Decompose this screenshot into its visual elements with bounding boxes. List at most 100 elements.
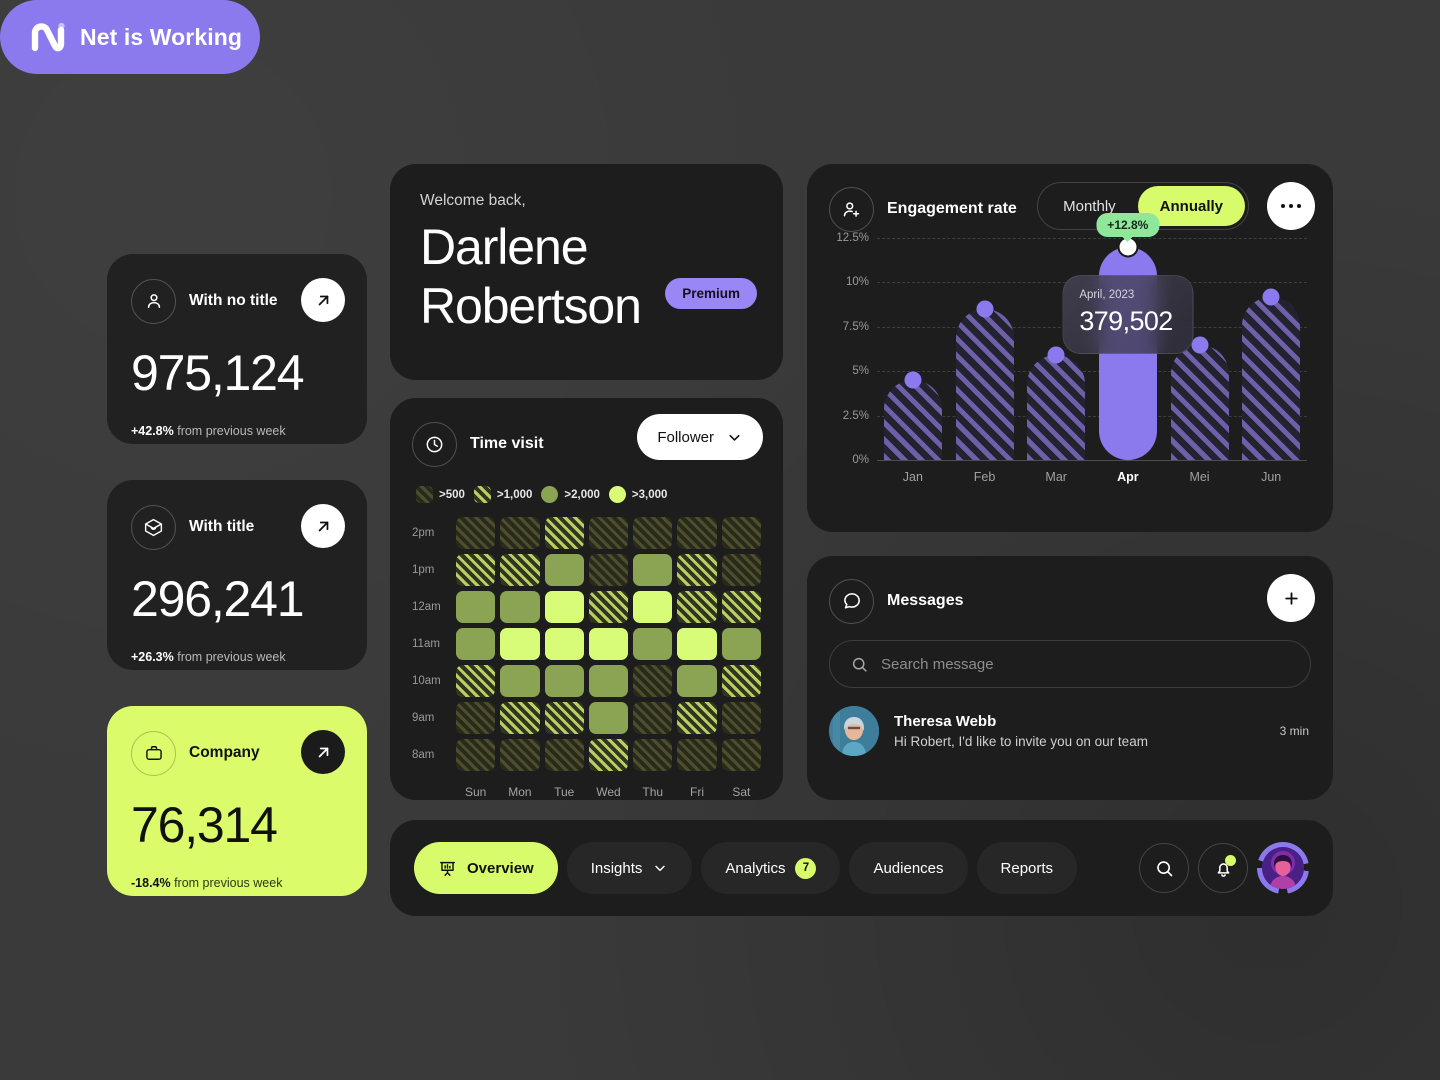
- tab-insights[interactable]: Insights: [566, 842, 693, 894]
- follower-filter-label: Follower: [657, 428, 714, 446]
- heatmap-cell[interactable]: [721, 591, 761, 623]
- bar[interactable]: [955, 300, 1014, 460]
- time-visit-title: Time visit: [470, 435, 544, 452]
- heatmap-row: [456, 702, 761, 734]
- heatmap-cell[interactable]: [677, 739, 717, 771]
- heatmap-cell[interactable]: [588, 591, 629, 623]
- bell-icon[interactable]: [1198, 843, 1248, 893]
- bar[interactable]: [883, 371, 942, 460]
- heatmap-column-label: Sat: [732, 785, 751, 799]
- engagement-header: Engagement rate Monthly Annually: [829, 182, 1315, 234]
- heatmap-cell[interactable]: [500, 665, 540, 697]
- heatmap-cell[interactable]: [500, 554, 540, 586]
- heatmap-cell[interactable]: [500, 591, 540, 623]
- heatmap-row-label: 10am: [412, 675, 441, 687]
- tab-label: Overview: [467, 859, 534, 877]
- tab-overview[interactable]: Overview: [414, 842, 558, 894]
- heatmap-cell[interactable]: [500, 702, 540, 734]
- chevron-down-icon: [655, 865, 666, 872]
- heatmap-cell[interactable]: [588, 739, 629, 771]
- heatmap-cell[interactable]: [544, 739, 584, 771]
- heatmap-cell[interactable]: [588, 665, 629, 697]
- heatmap-cell[interactable]: [544, 702, 584, 734]
- search-message-box[interactable]: [829, 640, 1311, 688]
- bar[interactable]: [1027, 346, 1086, 460]
- heatmap-cell[interactable]: [677, 591, 717, 623]
- heatmap-cell[interactable]: [721, 739, 761, 771]
- heatmap-cell[interactable]: [633, 517, 673, 549]
- heatmap-cell[interactable]: [633, 702, 673, 734]
- heatmap-cell[interactable]: [721, 702, 761, 734]
- stat-card-with-no-title[interactable]: With no title 975,124 +42.8% from previo…: [107, 254, 367, 444]
- stat-value: 975,124: [131, 345, 305, 401]
- heatmap-cell[interactable]: [500, 739, 540, 771]
- avatar-image: [1262, 847, 1304, 889]
- search-icon[interactable]: [1139, 843, 1189, 893]
- heatmap-cell[interactable]: [633, 591, 673, 623]
- plus-icon[interactable]: [1267, 574, 1315, 622]
- heatmap-cell[interactable]: [456, 665, 496, 697]
- stat-value: 76,314: [131, 797, 278, 853]
- heatmap-cell[interactable]: [721, 554, 761, 586]
- legend-swatch-2000: [541, 486, 559, 503]
- arrow-up-right-icon[interactable]: [301, 278, 345, 322]
- heatmap-cell[interactable]: [721, 665, 761, 697]
- heatmap-cell[interactable]: [500, 517, 540, 549]
- follower-filter-select[interactable]: Follower: [637, 414, 763, 460]
- heatmap-cell[interactable]: [544, 554, 584, 586]
- heatmap-cell[interactable]: [677, 628, 717, 660]
- heatmap-cell[interactable]: [544, 665, 584, 697]
- tab-reports[interactable]: Reports: [976, 842, 1078, 894]
- heatmap-cell[interactable]: [633, 554, 673, 586]
- heatmap-cell[interactable]: [677, 702, 717, 734]
- heatmap-cell[interactable]: [633, 628, 673, 660]
- legend-label: >2,000: [564, 488, 600, 501]
- heatmap-cell[interactable]: [588, 554, 629, 586]
- heatmap-cell[interactable]: [633, 739, 673, 771]
- bar-slot: [949, 238, 1021, 460]
- heatmap-cell[interactable]: [721, 517, 761, 549]
- heatmap-cell[interactable]: [456, 591, 496, 623]
- arrow-up-right-icon[interactable]: [301, 730, 345, 774]
- heatmap-cell[interactable]: [588, 628, 629, 660]
- stat-card-with-title[interactable]: With title 296,241 +26.3% from previous …: [107, 480, 367, 670]
- premium-badge[interactable]: Premium: [665, 278, 757, 309]
- heatmap-cell[interactable]: [456, 517, 496, 549]
- bar[interactable]: [1242, 288, 1301, 460]
- heatmap-cell[interactable]: [456, 702, 496, 734]
- heatmap-cell[interactable]: [588, 517, 629, 549]
- bar[interactable]: [1170, 336, 1229, 460]
- engagement-title: Engagement rate: [887, 200, 1017, 217]
- arrow-up-right-icon[interactable]: [301, 504, 345, 548]
- heatmap-grid: [456, 517, 761, 776]
- more-horizontal-icon[interactable]: [1267, 182, 1315, 230]
- tab-audiences[interactable]: Audiences: [849, 842, 968, 894]
- heatmap-cell[interactable]: [633, 665, 673, 697]
- legend-item: >1,000: [473, 486, 533, 503]
- user-first-name: Darlene: [420, 219, 589, 275]
- heatmap-cell[interactable]: [677, 554, 717, 586]
- heatmap-cell[interactable]: [588, 702, 629, 734]
- tab-label: Audiences: [873, 859, 944, 877]
- heatmap-cell[interactable]: [544, 517, 584, 549]
- heatmap-cell[interactable]: [677, 665, 717, 697]
- brand-logo-pill[interactable]: Net is Working: [0, 0, 260, 74]
- stat-delta-pct: +26.3%: [131, 650, 174, 664]
- x-axis-tick: Mei: [1189, 470, 1210, 484]
- search-input[interactable]: [881, 655, 1290, 673]
- legend-label: >1,000: [496, 488, 533, 501]
- x-axis-labels: Jan Feb Mar Apr Mei Jun: [877, 470, 1307, 484]
- stat-card-company[interactable]: Company 76,314 -18.4% from previous week: [107, 706, 367, 896]
- heatmap-cell[interactable]: [721, 628, 761, 660]
- messages-header: Messages: [829, 574, 1315, 626]
- heatmap-cell[interactable]: [677, 517, 717, 549]
- heatmap-cell[interactable]: [456, 554, 496, 586]
- heatmap-cell[interactable]: [500, 628, 540, 660]
- heatmap-cell[interactable]: [456, 739, 496, 771]
- heatmap-cell[interactable]: [544, 591, 584, 623]
- message-list-item[interactable]: Theresa Webb Hi Robert, I'd like to invi…: [829, 706, 1311, 756]
- avatar[interactable]: [1257, 842, 1309, 894]
- tab-analytics[interactable]: Analytics 7: [701, 842, 841, 894]
- heatmap-cell[interactable]: [544, 628, 584, 660]
- heatmap-cell[interactable]: [456, 628, 496, 660]
